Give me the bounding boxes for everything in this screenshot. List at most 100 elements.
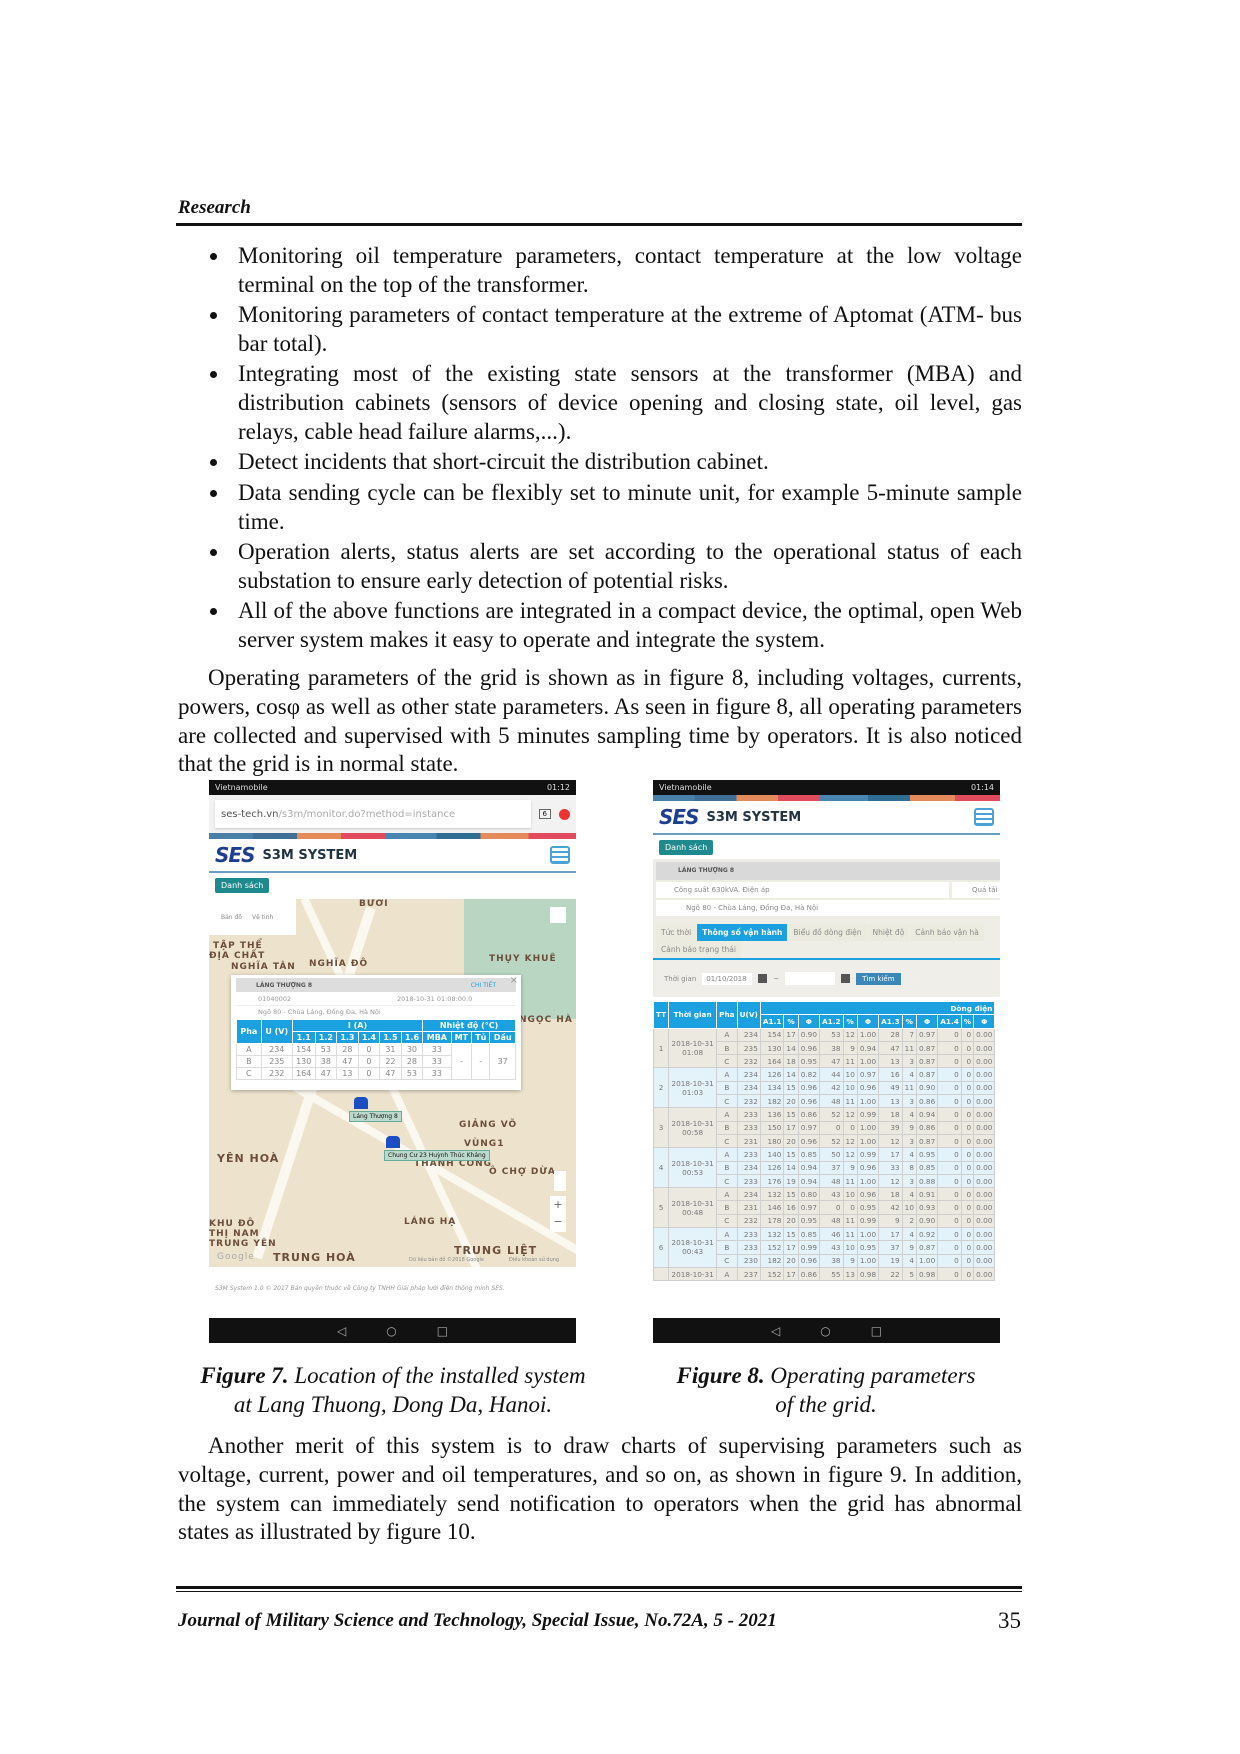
cell: 0.87 xyxy=(915,1067,939,1082)
recent-apps-icon[interactable]: □ xyxy=(437,1324,448,1338)
cell: 19 xyxy=(783,1173,799,1189)
cell: 11 xyxy=(842,1213,858,1229)
tab[interactable]: Thông số vận hành xyxy=(697,924,788,941)
back-icon[interactable]: ◁ xyxy=(771,1324,780,1338)
menu-icon[interactable] xyxy=(974,808,994,826)
address: Ngõ 80 - Chùa Láng, Đống Đa, Hà Nội xyxy=(258,1008,381,1016)
marker-label[interactable]: Chung Cư 23 Huỳnh Thúc Kháng xyxy=(384,1150,490,1161)
cell: 130 xyxy=(759,1040,785,1056)
table-row: 6 2018-10-31 00:43 A 233 132 15 0.85 46 11 1.00 17… xyxy=(653,1227,996,1268)
tab[interactable]: Cảnh báo vận hà xyxy=(910,924,984,941)
map-type-satellite[interactable]: Vệ tinh xyxy=(252,914,273,921)
cell: 15 xyxy=(783,1187,799,1202)
cell: 0.00 xyxy=(973,1054,996,1069)
cell: 50 xyxy=(818,1147,844,1162)
cell: 0 xyxy=(960,1160,975,1175)
status-bar: Vietnamobile 01:12 xyxy=(209,780,576,795)
calendar-icon[interactable] xyxy=(758,974,768,983)
marker-icon[interactable] xyxy=(354,1097,368,1109)
menu-icon[interactable] xyxy=(550,846,570,864)
status-bar: Vietnamobile 01:14 xyxy=(653,780,1000,795)
cell: 52 xyxy=(818,1107,844,1122)
cell: 0.97 xyxy=(856,1067,880,1082)
sub-header: Φ xyxy=(797,1014,820,1029)
cell: A xyxy=(716,1067,738,1082)
cell: 0.98 xyxy=(915,1266,939,1282)
street-view-icon[interactable] xyxy=(554,1171,566,1191)
cell: 0 xyxy=(960,1054,975,1069)
home-icon[interactable]: ○ xyxy=(386,1324,396,1338)
cell: 30 xyxy=(400,1043,424,1056)
list-button[interactable]: Danh sách xyxy=(215,878,270,893)
cell: 9 xyxy=(901,1120,917,1135)
tab[interactable]: Biểu đồ dòng điện xyxy=(788,924,867,941)
timestamp: 2018-10-31 01:08:00.0 xyxy=(397,994,473,1003)
cell: 12 xyxy=(842,1027,858,1042)
record-icon[interactable] xyxy=(559,808,570,820)
index-cell: 2 xyxy=(653,1067,670,1109)
cell: 0 xyxy=(937,1054,962,1069)
tab[interactable]: Nhiệt độ xyxy=(867,924,910,941)
cell: 0 xyxy=(937,1080,962,1096)
cell: 150 xyxy=(759,1120,785,1135)
sub-header: 1.5 xyxy=(379,1031,402,1044)
cell: 48 xyxy=(818,1173,844,1189)
cell: 28 xyxy=(878,1027,903,1042)
fullscreen-icon[interactable] xyxy=(550,907,566,923)
map[interactable]: Bản đồ Vệ tinh BƯỞI TẬP THỂ ĐỊA CHẤT NGHĨ… xyxy=(209,899,576,1267)
back-icon[interactable]: ◁ xyxy=(337,1324,346,1338)
home-icon[interactable]: ○ xyxy=(820,1324,830,1338)
popup-station: LÁNG THƯỢNG 8 xyxy=(256,981,313,989)
cell: 0 xyxy=(937,1147,962,1162)
cell: 0 xyxy=(357,1067,381,1080)
marker-label[interactable]: Láng Thượng 8 xyxy=(349,1111,402,1122)
zoom-controls[interactable]: + − xyxy=(550,1196,566,1232)
cell: 0.87 xyxy=(915,1133,939,1149)
cell: 0.96 xyxy=(856,1160,880,1175)
cell: 237 xyxy=(736,1266,761,1282)
close-icon[interactable]: × xyxy=(510,975,518,986)
cell: 182 xyxy=(759,1253,785,1268)
capacity-info: Công suất 630kVA. Điện áp xyxy=(656,882,949,898)
cell: 10 xyxy=(901,1200,917,1215)
cell: 154 xyxy=(291,1043,316,1056)
tabs-count-button[interactable]: 6 xyxy=(538,809,551,819)
cell: 3 xyxy=(901,1133,917,1149)
table-row: 2018-10-31 A 237 152 17 0.86 55 13 0.98 22 5 0.98 0 0… xyxy=(653,1266,996,1282)
index-cell: 5 xyxy=(653,1187,670,1229)
cell: 20 xyxy=(783,1133,799,1149)
calendar-icon[interactable] xyxy=(841,974,851,983)
cell: A xyxy=(716,1187,738,1202)
date-from-input[interactable]: 01/10/2018 xyxy=(702,972,753,985)
cell: 55 xyxy=(818,1266,844,1282)
cell: 12 xyxy=(842,1107,858,1122)
cell: 178 xyxy=(759,1213,785,1229)
marker-icon[interactable] xyxy=(386,1136,400,1148)
cell: 0.00 xyxy=(973,1040,996,1056)
cell: 0.95 xyxy=(915,1147,939,1162)
cell: 231 xyxy=(736,1200,761,1215)
cell: 16 xyxy=(783,1200,799,1215)
caption-text: Operating parameters xyxy=(764,1363,976,1388)
time-cell: 2018-10-31 00:43 xyxy=(668,1227,718,1268)
list-item: All of the above functions are integrate… xyxy=(178,597,1022,655)
search-button[interactable]: Tìm kiếm xyxy=(856,972,901,985)
recent-apps-icon[interactable]: □ xyxy=(871,1324,882,1338)
list-button[interactable]: Danh sách xyxy=(659,840,714,855)
feature-list: Monitoring oil temperature parameters, c… xyxy=(178,242,1022,656)
cell: 4 xyxy=(901,1107,917,1122)
detail-link[interactable]: CHI TIẾT xyxy=(471,982,496,989)
cell: 47 xyxy=(336,1055,359,1068)
overload-alert: Quá tải xyxy=(952,882,1000,898)
tab[interactable]: Tức thời xyxy=(656,924,697,941)
cell: 33 xyxy=(878,1160,903,1175)
map-label: TẬP THỂ xyxy=(213,941,263,951)
cell: 10 xyxy=(842,1067,858,1082)
date-to-input[interactable] xyxy=(785,972,836,985)
tab[interactable]: Cảnh báo trạng thái xyxy=(656,941,741,958)
cell: 0.00 xyxy=(973,1094,996,1109)
map-type-map[interactable]: Bản đồ xyxy=(221,914,242,921)
url-field[interactable]: ses-tech.vn/s3m/monitor.do?method=instan… xyxy=(215,800,531,828)
page-number: 35 xyxy=(998,1608,1021,1633)
cell: 38 xyxy=(314,1055,338,1068)
